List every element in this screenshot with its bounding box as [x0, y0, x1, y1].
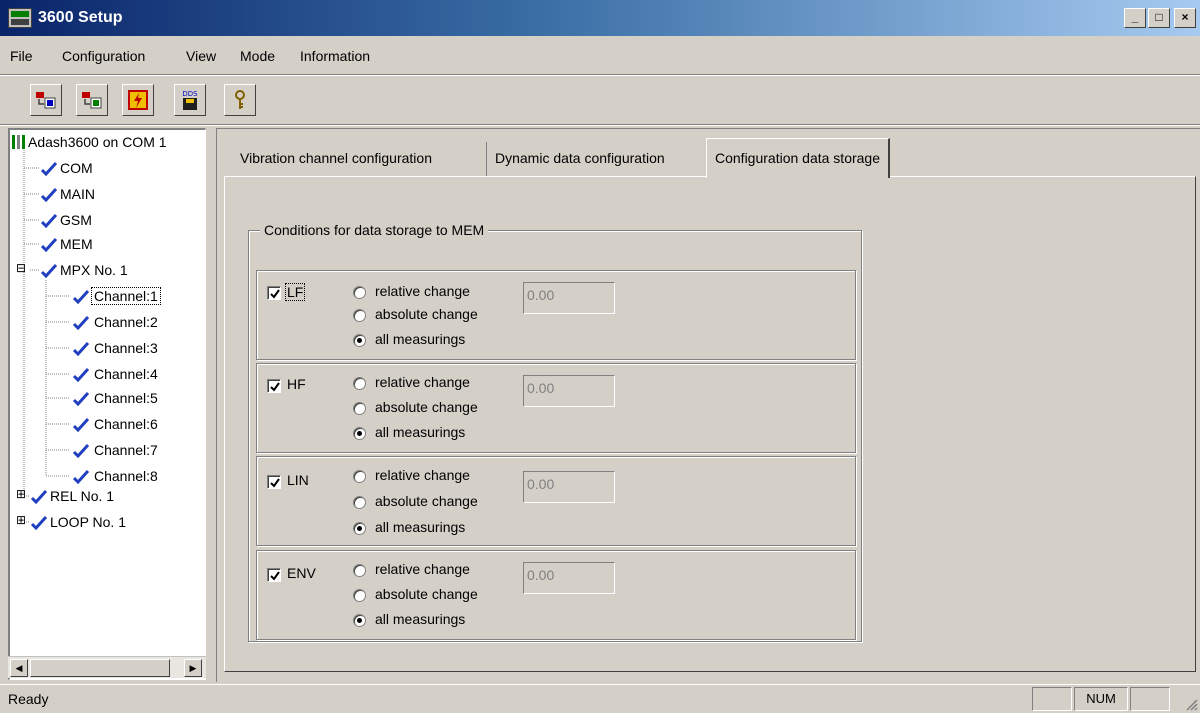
expand-toggle-icon[interactable]: ⊞ — [16, 487, 26, 501]
checkmark-icon — [40, 214, 58, 228]
write-config-icon — [82, 92, 102, 109]
tree-item-label: Channel:2 — [94, 314, 158, 330]
tree-item-label: REL No. 1 — [50, 488, 115, 504]
tree-item-label: Channel:3 — [94, 340, 158, 356]
tree-item-label: Channel:8 — [94, 468, 158, 484]
checkmark-icon — [72, 316, 90, 330]
checkmark-icon — [72, 392, 90, 406]
maximize-button[interactable]: □ — [1148, 8, 1170, 28]
window-title: 3600 Setup — [38, 9, 123, 26]
toolbar-separator — [0, 74, 1200, 76]
flash-button[interactable] — [122, 84, 154, 116]
menu-configuration[interactable]: Configuration — [62, 48, 145, 64]
tree-item-label: Channel:1 — [91, 287, 161, 305]
status-bar: Ready NUM — [0, 684, 1200, 713]
status-pane-empty — [1032, 687, 1072, 711]
scroll-left-button[interactable]: ◀ — [10, 659, 28, 677]
read-config-icon — [36, 92, 56, 109]
dds-icon: DDS — [182, 90, 198, 110]
dds-button[interactable]: DDS — [174, 84, 206, 116]
checkmark-icon — [72, 470, 90, 484]
app-icon — [8, 8, 32, 28]
tree-item-label: MPX No. 1 — [60, 262, 128, 278]
title-bar: 3600 Setup _ □ × — [0, 0, 1200, 36]
checkmark-icon — [40, 162, 58, 176]
tab-configuration-data-storage[interactable]: Configuration data storage — [706, 138, 890, 178]
tree-horizontal-scrollbar[interactable]: ◀ ▶ — [8, 656, 206, 678]
key-icon — [235, 90, 245, 109]
tree-item-label: MAIN — [60, 186, 95, 202]
dds-icon-text: DDS — [182, 90, 198, 98]
write-config-button[interactable] — [76, 84, 108, 116]
checkmark-icon — [72, 342, 90, 356]
menu-file[interactable]: File — [10, 48, 33, 64]
key-button[interactable] — [224, 84, 256, 116]
tree-item-label: Channel:7 — [94, 442, 158, 458]
toolbar-bottom-line — [0, 124, 1200, 126]
tree-root-label: Adash3600 on COM 1 — [28, 134, 167, 150]
close-button[interactable]: × — [1174, 8, 1196, 28]
checkmark-icon — [72, 290, 90, 304]
checkmark-icon — [30, 490, 48, 504]
tree-item-label: COM — [60, 160, 93, 176]
status-pane-scroll — [1130, 687, 1170, 711]
checkmark-icon — [72, 368, 90, 382]
flash-icon — [128, 90, 148, 110]
scroll-right-button[interactable]: ▶ — [184, 659, 202, 677]
menu-bar: File Configuration View Mode Information — [0, 42, 1200, 70]
tree-item-label: GSM — [60, 212, 92, 228]
num-lock-indicator: NUM — [1074, 687, 1128, 711]
checkmark-icon — [72, 444, 90, 458]
checkmark-icon — [40, 264, 58, 278]
checkmark-icon — [72, 418, 90, 432]
menu-mode[interactable]: Mode — [240, 48, 275, 64]
collapse-toggle-icon[interactable]: ⊟ — [16, 261, 26, 275]
menu-information[interactable]: Information — [300, 48, 370, 64]
device-icon — [12, 135, 25, 149]
checkmark-icon — [40, 238, 58, 252]
tab-dynamic-data-configuration[interactable]: Dynamic data configuration — [486, 142, 673, 176]
tab-vibration-channel-configuration[interactable]: Vibration channel configuration — [232, 142, 440, 176]
tree-item-label: LOOP No. 1 — [50, 514, 127, 530]
tree-item-label: Channel:5 — [94, 390, 158, 406]
expand-toggle-icon[interactable]: ⊞ — [16, 513, 26, 527]
read-config-button[interactable] — [30, 84, 62, 116]
scroll-thumb[interactable] — [30, 659, 170, 677]
resize-grip-icon[interactable] — [1184, 697, 1198, 711]
tab-page — [224, 176, 1196, 672]
checkmark-icon — [40, 188, 58, 202]
tree-item-label: MEM — [60, 236, 93, 252]
minimize-button[interactable]: _ — [1124, 8, 1146, 28]
menu-view[interactable]: View — [186, 48, 216, 64]
checkmark-icon — [30, 516, 48, 530]
status-text: Ready — [8, 691, 49, 707]
tree-item-label: Channel:6 — [94, 416, 158, 432]
device-tree[interactable]: Adash3600 on COM 1 COM MAIN GSM MEM ⊟ MP… — [8, 128, 206, 680]
tree-item-label: Channel:4 — [94, 366, 158, 382]
